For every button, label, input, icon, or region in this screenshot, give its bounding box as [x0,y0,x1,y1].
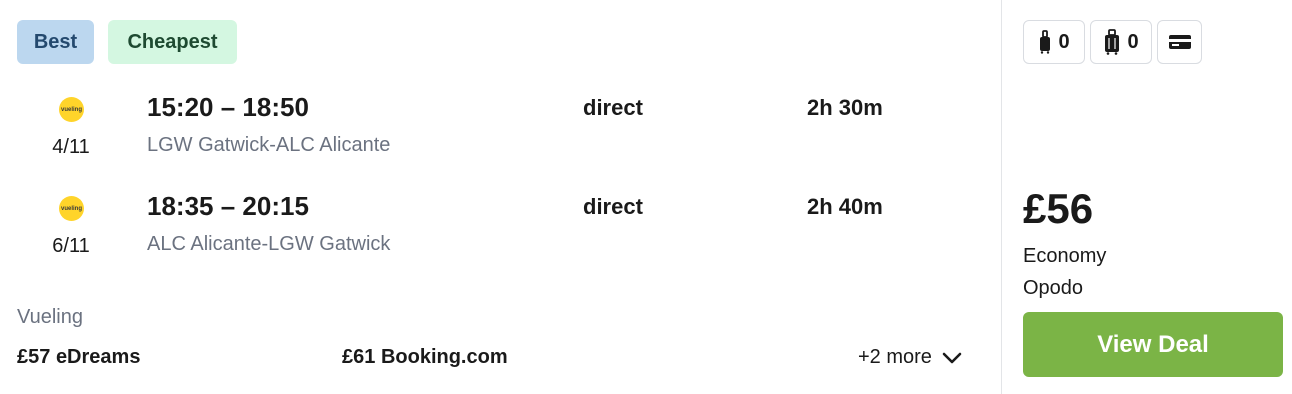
leg-duration: 2h 40m [807,194,883,219]
checked-bag-fee[interactable]: 0 [1090,20,1152,64]
leg-duration: 2h 30m [807,95,883,120]
deal-price: £56 [1023,185,1094,232]
leg-stops: direct [583,95,643,120]
leg-times: 15:20 – 18:50 [147,92,309,122]
best-badge: Best [17,20,94,64]
airline-logo: vueling [59,196,84,221]
leg-times: 18:35 – 20:15 [147,191,309,221]
alternative-site: Booking.com [380,346,508,368]
alternative-deal[interactable]: £61 Booking.com [342,346,508,369]
credit-card-icon [1168,35,1191,49]
alternative-price: £57 [17,346,51,368]
checked-bag-icon [1105,29,1120,55]
carry-on-count: 0 [1058,30,1070,53]
carry-on-bag-icon [1040,30,1051,54]
flight-result-card[interactable]: Best Cheapest vueling 4/11 15:20 – 18:50… [0,0,1292,394]
airline-logo: vueling [59,97,84,122]
more-deals-button[interactable]: +2 more [858,346,962,369]
cheapest-badge: Cheapest [108,20,237,64]
more-deals-label: +2 more [858,346,932,368]
outbound-leg: vueling 4/11 15:20 – 18:50 LGW Gatwick-A… [0,90,1000,170]
leg-stops: direct [583,194,643,219]
chevron-down-icon [942,352,962,363]
alternative-deal[interactable]: £57 eDreams [17,346,140,369]
cabin-class: Economy [1023,245,1107,267]
leg-route: ALC Alicante-LGW Gatwick [147,233,391,255]
alternative-site: eDreams [55,346,141,368]
view-deal-button[interactable]: View Deal [1023,312,1283,377]
leg-date: 4/11 [52,136,90,158]
deal-provider: Opodo [1023,277,1084,299]
airline-name: Vueling [17,306,83,328]
return-leg: vueling 6/11 18:35 – 20:15 ALC Alicante-… [0,189,1000,269]
alternative-price: £61 [342,346,376,368]
leg-date: 6/11 [52,235,90,257]
checked-bag-count: 0 [1127,30,1139,53]
leg-route: LGW Gatwick-ALC Alicante [147,134,391,156]
carry-on-bag-fee[interactable]: 0 [1023,20,1085,64]
divider [1001,0,1002,394]
payment-fee[interactable] [1157,20,1202,64]
